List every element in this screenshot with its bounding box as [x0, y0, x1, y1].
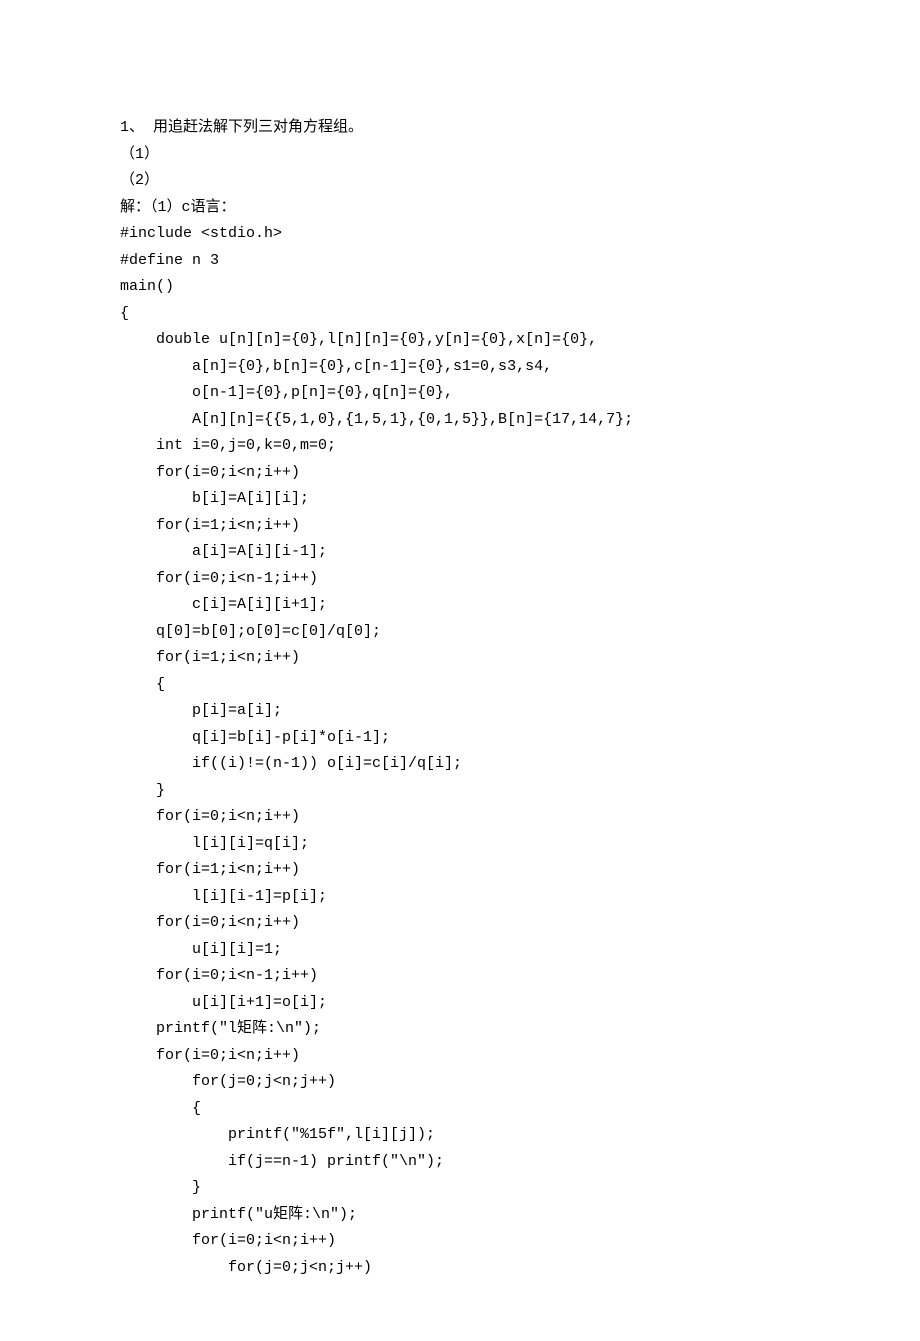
document-page: 1、 用追赶法解下列三对角方程组。 （1） （2） 解：（1）c语言： #inc…	[0, 0, 920, 1341]
code-listing: 1、 用追赶法解下列三对角方程组。 （1） （2） 解：（1）c语言： #inc…	[120, 115, 800, 1281]
